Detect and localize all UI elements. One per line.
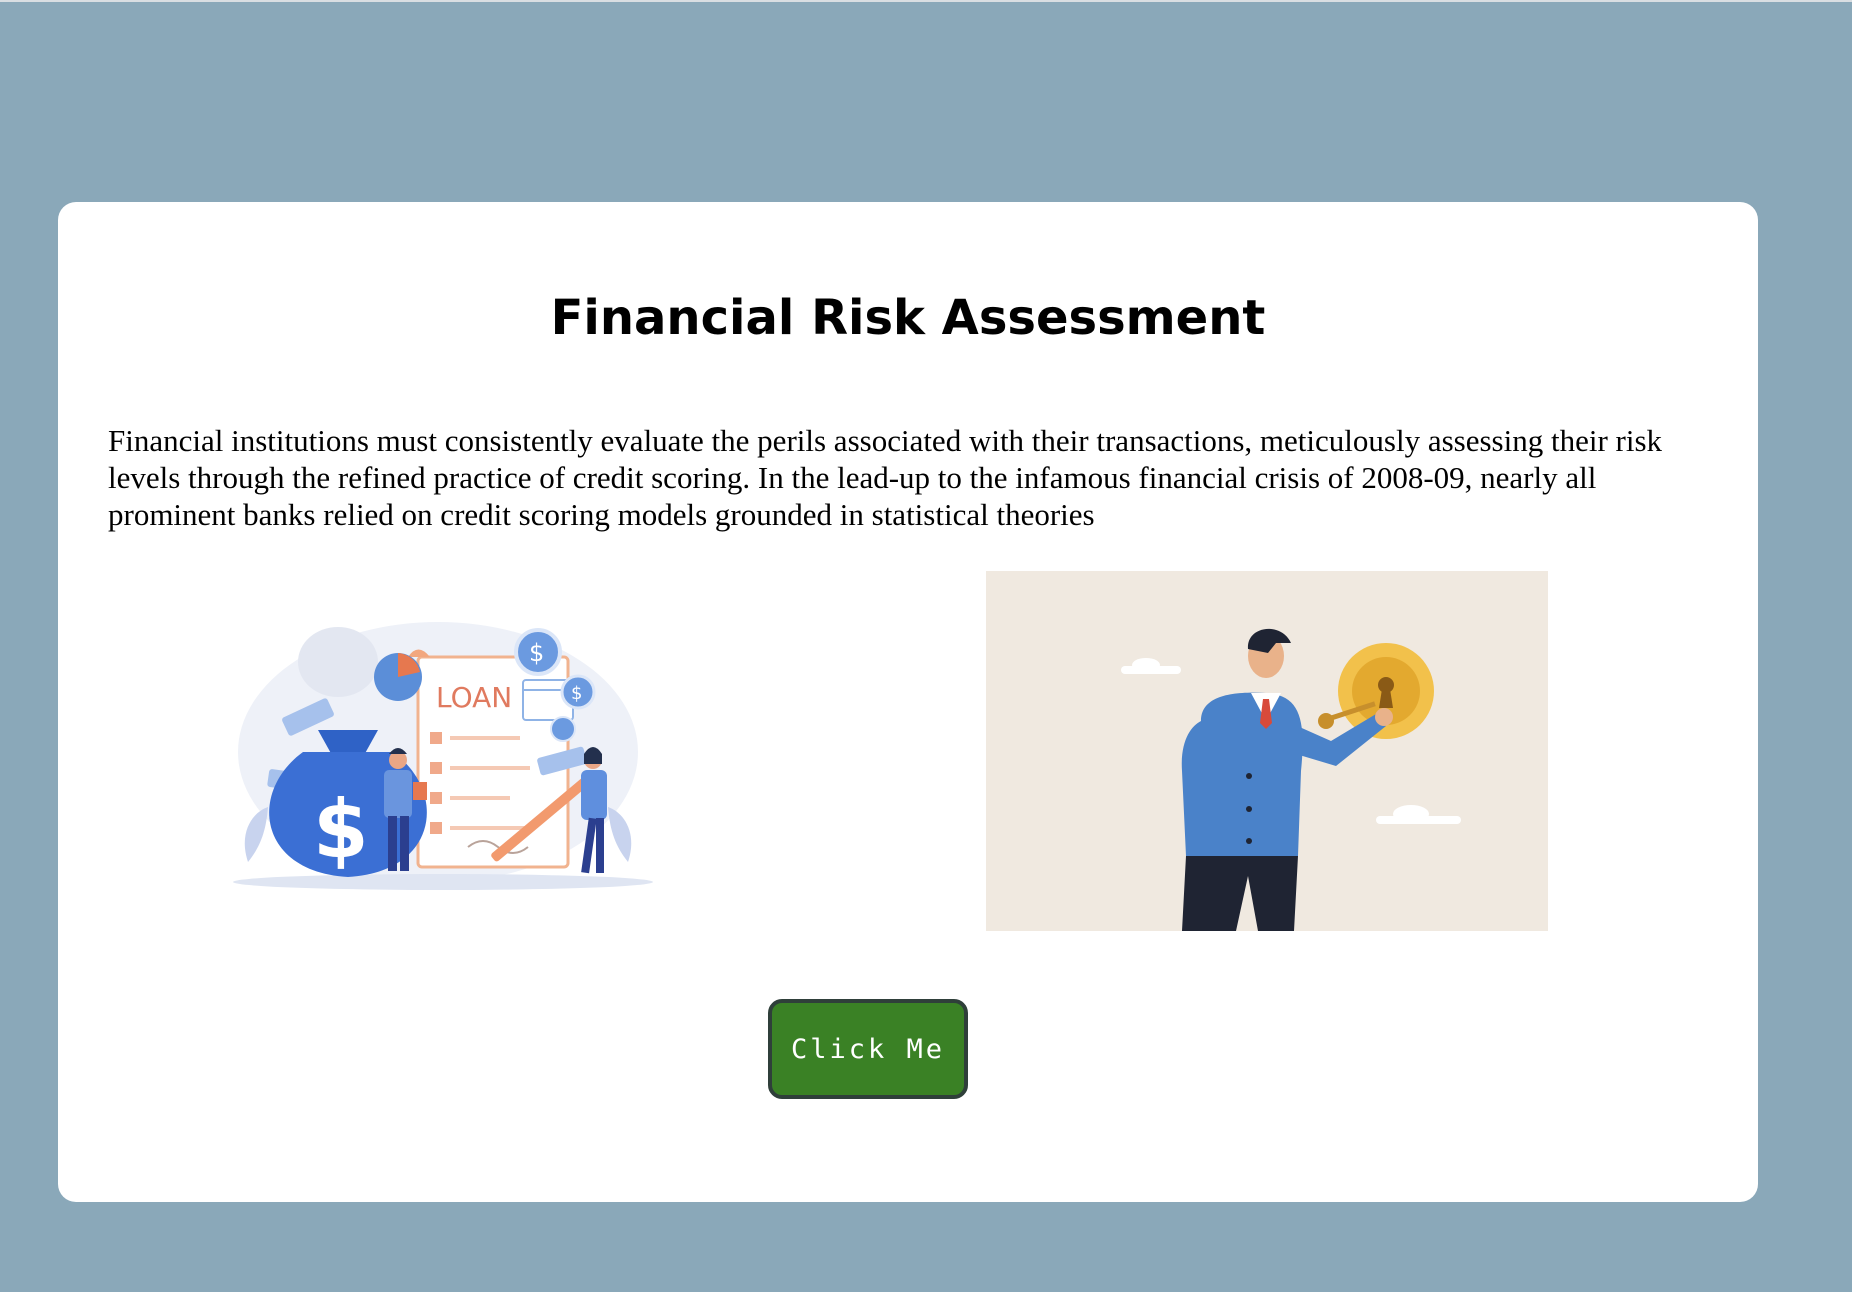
top-strip: [0, 0, 1852, 2]
svg-text:$: $: [529, 639, 544, 667]
svg-text:$: $: [571, 683, 582, 704]
page-title: Financial Risk Assessment: [550, 290, 1266, 346]
key-coin-illustration: [986, 571, 1548, 931]
content-card: Financial Risk Assessment Financial inst…: [58, 202, 1758, 1202]
loan-illustration: LOAN $ $ $: [233, 622, 653, 890]
svg-text:$: $: [313, 783, 369, 876]
intro-paragraph: Financial institutions must consistently…: [108, 423, 1663, 532]
click-me-button[interactable]: Click Me: [768, 999, 968, 1099]
loan-label: LOAN: [436, 681, 512, 714]
